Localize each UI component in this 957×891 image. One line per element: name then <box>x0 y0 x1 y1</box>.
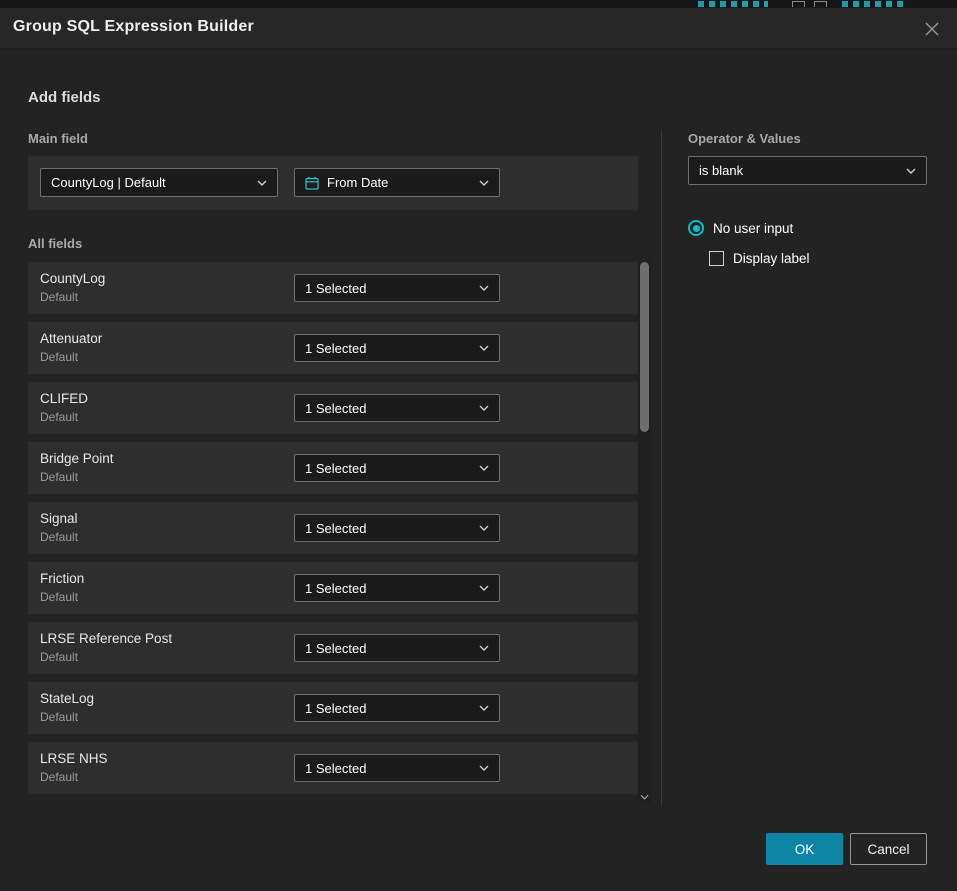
group-sql-expression-builder-dialog: Group SQL Expression Builder Add fields … <box>0 8 957 891</box>
all-fields-label: All fields <box>28 236 82 251</box>
field-name: CountyLog <box>40 271 105 286</box>
operator-values-heading: Operator & Values <box>688 131 801 146</box>
screen: Group SQL Expression Builder Add fields … <box>0 0 957 891</box>
chevron-down-icon <box>471 405 489 411</box>
field-subtitle: Default <box>40 590 78 604</box>
field-name: LRSE Reference Post <box>40 631 172 646</box>
main-field-panel: CountyLog | Default From Date <box>28 156 638 210</box>
field-subtitle: Default <box>40 350 78 364</box>
scrollbar-track[interactable] <box>638 258 651 804</box>
row-selected-dropdown-label: 1 Selected <box>305 281 366 296</box>
all-fields-list: CountyLog Default 1 Selected Attenuator … <box>28 262 638 794</box>
panel-divider <box>661 130 662 806</box>
field-name: Signal <box>40 511 78 526</box>
row-selected-dropdown[interactable]: 1 Selected <box>294 634 500 662</box>
row-selected-dropdown-label: 1 Selected <box>305 701 366 716</box>
scrollbar-down-arrow-icon[interactable] <box>638 794 651 800</box>
chevron-down-icon <box>471 585 489 591</box>
radio-selected-icon <box>688 220 704 236</box>
row-selected-dropdown[interactable]: 1 Selected <box>294 694 500 722</box>
chevron-down-icon <box>471 285 489 291</box>
display-label-text: Display label <box>733 251 810 266</box>
field-name: StateLog <box>40 691 94 706</box>
background-app-remnant <box>814 1 827 8</box>
chevron-down-icon <box>249 180 267 186</box>
chevron-down-icon <box>471 345 489 351</box>
row-selected-dropdown-label: 1 Selected <box>305 341 366 356</box>
row-selected-dropdown-label: 1 Selected <box>305 461 366 476</box>
add-fields-heading: Add fields <box>28 89 101 106</box>
field-subtitle: Default <box>40 770 78 784</box>
chevron-down-icon <box>471 525 489 531</box>
row-selected-dropdown-label: 1 Selected <box>305 641 366 656</box>
cancel-button[interactable]: Cancel <box>850 833 927 865</box>
chevron-down-icon <box>471 705 489 711</box>
field-row: Attenuator Default 1 Selected <box>28 322 638 374</box>
row-selected-dropdown-label: 1 Selected <box>305 581 366 596</box>
field-name: Attenuator <box>40 331 102 346</box>
row-selected-dropdown-label: 1 Selected <box>305 761 366 776</box>
background-app-remnant <box>792 1 805 8</box>
background-app-remnant <box>842 1 908 8</box>
chevron-down-icon <box>898 168 916 174</box>
field-row: Friction Default 1 Selected <box>28 562 638 614</box>
layer-select-value: CountyLog | Default <box>51 175 166 190</box>
row-selected-dropdown[interactable]: 1 Selected <box>294 334 500 362</box>
row-selected-dropdown[interactable]: 1 Selected <box>294 514 500 542</box>
main-field-label: Main field <box>28 131 88 146</box>
calendar-icon <box>305 176 319 190</box>
field-name: CLIFED <box>40 391 88 406</box>
operator-dropdown[interactable]: is blank <box>688 156 927 185</box>
field-subtitle: Default <box>40 410 78 424</box>
field-name: Bridge Point <box>40 451 114 466</box>
row-selected-dropdown-label: 1 Selected <box>305 401 366 416</box>
date-field-dropdown[interactable]: From Date <box>294 168 500 197</box>
field-row: LRSE NHS Default 1 Selected <box>28 742 638 794</box>
chevron-down-icon <box>471 765 489 771</box>
field-subtitle: Default <box>40 290 78 304</box>
checkbox-unchecked-icon <box>709 251 724 266</box>
chevron-down-icon <box>471 180 489 186</box>
display-label-checkbox[interactable]: Display label <box>709 251 810 266</box>
field-name: Friction <box>40 571 84 586</box>
no-user-input-radio[interactable]: No user input <box>688 220 793 236</box>
field-subtitle: Default <box>40 650 78 664</box>
ok-button[interactable]: OK <box>766 833 843 865</box>
field-row: StateLog Default 1 Selected <box>28 682 638 734</box>
operator-dropdown-value: is blank <box>699 163 743 178</box>
background-app-remnant <box>698 1 768 8</box>
date-field-value: From Date <box>327 175 388 190</box>
field-row: Signal Default 1 Selected <box>28 502 638 554</box>
row-selected-dropdown[interactable]: 1 Selected <box>294 454 500 482</box>
chevron-down-icon <box>471 465 489 471</box>
row-selected-dropdown[interactable]: 1 Selected <box>294 754 500 782</box>
field-row: Bridge Point Default 1 Selected <box>28 442 638 494</box>
dialog-title: Group SQL Expression Builder <box>13 18 254 36</box>
field-name: LRSE NHS <box>40 751 108 766</box>
field-row: CLIFED Default 1 Selected <box>28 382 638 434</box>
field-row: CountyLog Default 1 Selected <box>28 262 638 314</box>
dialog-header: Group SQL Expression Builder <box>0 8 957 49</box>
field-subtitle: Default <box>40 530 78 544</box>
row-selected-dropdown[interactable]: 1 Selected <box>294 274 500 302</box>
no-user-input-label: No user input <box>713 221 793 236</box>
row-selected-dropdown[interactable]: 1 Selected <box>294 394 500 422</box>
scrollbar-thumb[interactable] <box>640 262 649 432</box>
chevron-down-icon <box>471 645 489 651</box>
field-row: LRSE Reference Post Default 1 Selected <box>28 622 638 674</box>
field-subtitle: Default <box>40 710 78 724</box>
close-icon[interactable] <box>920 17 944 41</box>
row-selected-dropdown[interactable]: 1 Selected <box>294 574 500 602</box>
row-selected-dropdown-label: 1 Selected <box>305 521 366 536</box>
field-subtitle: Default <box>40 470 78 484</box>
layer-select-dropdown[interactable]: CountyLog | Default <box>40 168 278 197</box>
